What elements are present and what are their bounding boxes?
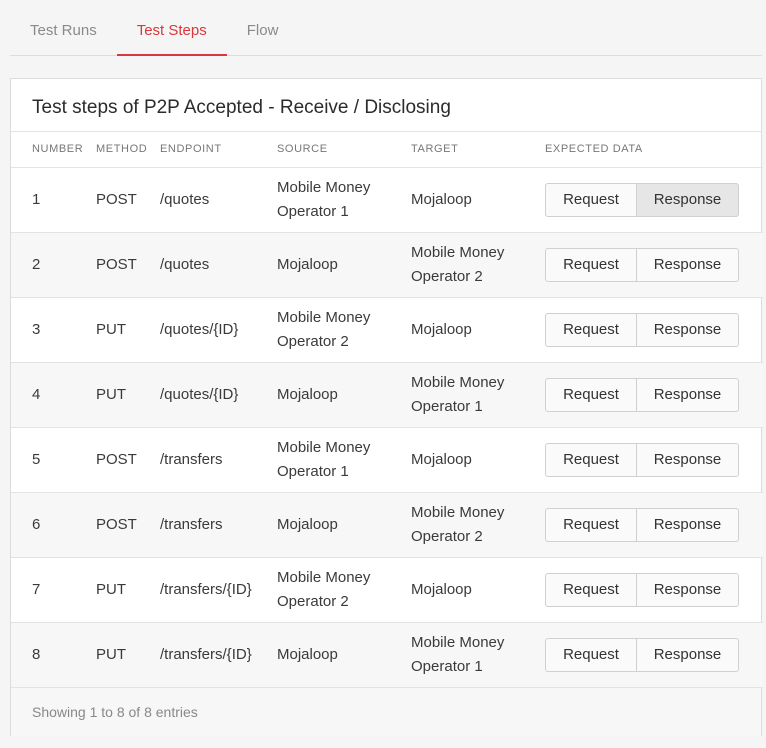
- cell-number: 7: [11, 557, 96, 623]
- column-header-endpoint[interactable]: ENDPOINT: [160, 132, 277, 168]
- table-row: 6 POST/transfers Mojaloop Mobile Money Oper…: [11, 492, 763, 558]
- response-button[interactable]: Response: [637, 442, 739, 477]
- expected-data-button-group: Request Response: [545, 182, 739, 217]
- request-button[interactable]: Request: [545, 442, 637, 477]
- cell-target: Mobile Money Operator 1: [411, 622, 545, 688]
- table-row: 4 PUT/quotes/{ID} Mojaloop Mobile Money Ope…: [11, 362, 763, 428]
- request-button[interactable]: Request: [545, 572, 637, 607]
- cell-endpoint: /transfers: [160, 492, 277, 558]
- tab-test-runs[interactable]: Test Runs: [10, 0, 117, 56]
- cell-method: POST: [96, 492, 160, 558]
- response-button[interactable]: Response: [637, 572, 739, 607]
- cell-expected-data: Request Response: [545, 557, 763, 623]
- expected-data-button-group: Request Response: [545, 572, 739, 607]
- response-button[interactable]: Response: [637, 312, 739, 347]
- cell-source: Mojaloop: [277, 232, 411, 298]
- cell-target: Mojaloop: [411, 557, 545, 623]
- cell-target: Mojaloop: [411, 167, 545, 233]
- cell-endpoint: /quotes/{ID}: [160, 362, 277, 428]
- expected-data-button-group: Request Response: [545, 442, 739, 477]
- request-button[interactable]: Request: [545, 637, 637, 672]
- table-row: 3 PUT/quotes/{ID} Mobile Money Operator 2M…: [11, 297, 763, 363]
- cell-number: 3: [11, 297, 96, 363]
- expected-data-button-group: Request Response: [545, 247, 739, 282]
- cell-method: PUT: [96, 622, 160, 688]
- tab-test-steps[interactable]: Test Steps: [116, 0, 227, 56]
- response-button[interactable]: Response: [637, 182, 739, 217]
- table-row: 7 PUT/transfers/{ID} Mobile Money Operator…: [11, 557, 763, 623]
- cell-endpoint: /transfers: [160, 427, 277, 493]
- cell-source: Mojaloop: [277, 362, 411, 428]
- response-button[interactable]: Response: [637, 377, 739, 412]
- cell-endpoint: /quotes: [160, 167, 277, 233]
- cell-expected-data: Request Response: [545, 492, 763, 558]
- cell-target: Mojaloop: [411, 297, 545, 363]
- expected-data-button-group: Request Response: [545, 637, 739, 672]
- cell-source: Mojaloop: [277, 622, 411, 688]
- cell-number: 8: [11, 622, 96, 688]
- tab-bar: Test Runs Test Steps Flow: [10, 0, 762, 56]
- column-header-method[interactable]: METHOD: [96, 132, 160, 168]
- cell-target: Mojaloop: [411, 427, 545, 493]
- request-button[interactable]: Request: [545, 312, 637, 347]
- expected-data-button-group: Request Response: [545, 312, 739, 347]
- cell-expected-data: Request Response: [545, 297, 763, 363]
- cell-source: Mobile Money Operator 1: [277, 167, 411, 233]
- table-row: 1 POST/quotes Mobile Money Operator 1 Mojal…: [11, 167, 763, 233]
- expected-data-button-group: Request Response: [545, 507, 739, 542]
- cell-expected-data: Request Response: [545, 167, 763, 233]
- cell-method: POST: [96, 427, 160, 493]
- cell-source: Mobile Money Operator 2: [277, 557, 411, 623]
- test-steps-table: NUMBER METHOD ENDPOINT SOURCE TARGET EXP…: [11, 132, 763, 688]
- cell-endpoint: /transfers/{ID}: [160, 557, 277, 623]
- request-button[interactable]: Request: [545, 182, 637, 217]
- cell-endpoint: /quotes: [160, 232, 277, 298]
- expected-data-button-group: Request Response: [545, 377, 739, 412]
- cell-expected-data: Request Response: [545, 622, 763, 688]
- cell-number: 2: [11, 232, 96, 298]
- request-button[interactable]: Request: [545, 507, 637, 542]
- cell-expected-data: Request Response: [545, 427, 763, 493]
- table-row: 2 POST/quotes Mojaloop Mobile Money Operato…: [11, 232, 763, 298]
- request-button[interactable]: Request: [545, 377, 637, 412]
- cell-method: PUT: [96, 297, 160, 363]
- table-header-row: NUMBER METHOD ENDPOINT SOURCE TARGET EXP…: [11, 132, 763, 168]
- cell-source: Mobile Money Operator 2: [277, 297, 411, 363]
- response-button[interactable]: Response: [637, 507, 739, 542]
- response-button[interactable]: Response: [637, 247, 739, 282]
- cell-target: Mobile Money Operator 2: [411, 492, 545, 558]
- table-info: Showing 1 to 8 of 8 entries: [11, 687, 761, 736]
- cell-expected-data: Request Response: [545, 362, 763, 428]
- cell-target: Mobile Money Operator 2: [411, 232, 545, 298]
- table-row: 5 POST/transfers Mobile Money Operator 1 Mo…: [11, 427, 763, 493]
- cell-source: Mojaloop: [277, 492, 411, 558]
- cell-target: Mobile Money Operator 1: [411, 362, 545, 428]
- tab-flow[interactable]: Flow: [227, 0, 299, 56]
- cell-expected-data: Request Response: [545, 232, 763, 298]
- cell-endpoint: /quotes/{ID}: [160, 297, 277, 363]
- response-button[interactable]: Response: [637, 637, 739, 672]
- table-row: 8 PUT/transfers/{ID} Mojaloop Mobile Money …: [11, 622, 763, 688]
- cell-number: 5: [11, 427, 96, 493]
- cell-method: PUT: [96, 362, 160, 428]
- column-header-number[interactable]: NUMBER: [11, 132, 96, 168]
- column-header-target[interactable]: TARGET: [411, 132, 545, 168]
- cell-method: PUT: [96, 557, 160, 623]
- request-button[interactable]: Request: [545, 247, 637, 282]
- cell-number: 6: [11, 492, 96, 558]
- cell-endpoint: /transfers/{ID}: [160, 622, 277, 688]
- card-title: Test steps of P2P Accepted - Receive / D…: [11, 79, 761, 132]
- column-header-expected-data: EXPECTED DATA: [545, 132, 763, 168]
- test-steps-card: Test steps of P2P Accepted - Receive / D…: [10, 78, 763, 736]
- cell-source: Mobile Money Operator 1: [277, 427, 411, 493]
- column-header-source[interactable]: SOURCE: [277, 132, 411, 168]
- cell-number: 1: [11, 167, 96, 233]
- cell-method: POST: [96, 167, 160, 233]
- cell-number: 4: [11, 362, 96, 428]
- cell-method: POST: [96, 232, 160, 298]
